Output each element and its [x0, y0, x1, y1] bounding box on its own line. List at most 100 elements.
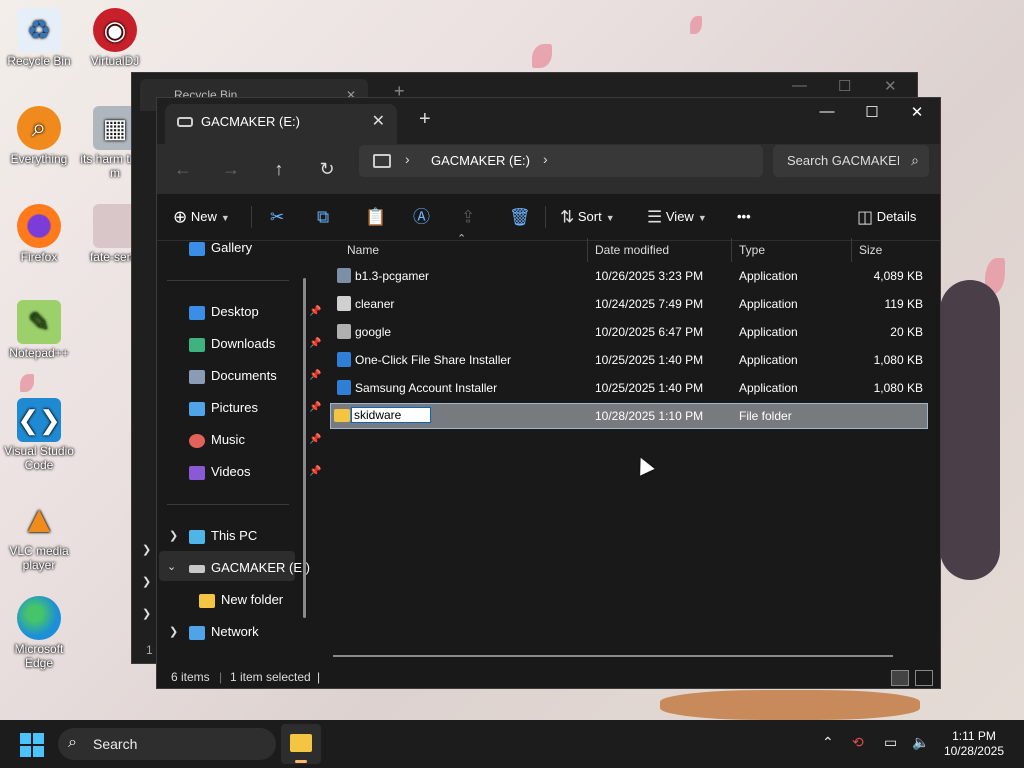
nav-item-network[interactable]: Network — [189, 620, 259, 644]
nav-item-pictures[interactable]: Pictures 📌 — [189, 396, 321, 420]
search-input[interactable]: Search GACMAKER (E:) — [787, 153, 899, 168]
chevron-right-icon[interactable]: › — [405, 151, 410, 167]
taskbar-search[interactable]: ⌕ Search — [58, 728, 276, 760]
rename-input[interactable]: skidware — [351, 407, 431, 423]
paste-icon[interactable]: 📋 — [365, 204, 386, 230]
cut-icon[interactable]: ✂ — [270, 204, 284, 230]
navigation-scrollbar[interactable] — [303, 278, 306, 618]
folder-icon — [290, 734, 312, 752]
desktop-icon-notepadpp[interactable]: ✎ Notepad++ — [1, 300, 77, 360]
minimize-button[interactable]: — — [807, 103, 847, 120]
desktop-icon-edge[interactable]: Microsoft Edge — [1, 596, 77, 670]
nav-item-gallery[interactable]: Gallery — [189, 236, 252, 260]
status-bar: 6 items | 1 item selected | — [157, 664, 940, 688]
desktop-icon-vlc[interactable]: ▲ VLC media player — [1, 498, 77, 573]
virtualdj-icon: ◉ — [93, 8, 137, 52]
sort-button[interactable]: ⇅ Sort ▼ — [560, 204, 615, 230]
delete-icon[interactable]: 🗑 — [509, 204, 531, 230]
search-box[interactable]: Search GACMAKER (E:) ⌕ — [773, 145, 929, 177]
close-window-button[interactable]: ✕ — [897, 103, 937, 121]
chevron-right-icon[interactable]: ❯ — [142, 607, 151, 620]
forward-arrow-icon[interactable]: → — [217, 156, 245, 182]
taskbar-file-explorer[interactable] — [281, 724, 321, 764]
copy-icon[interactable]: ⧉ — [317, 204, 329, 230]
file-row[interactable]: One-Click File Share Installer 10/25/202… — [331, 348, 927, 372]
pictures-icon — [189, 401, 205, 416]
network-icon — [189, 625, 205, 640]
title-bar[interactable]: GACMAKER (E:) ✕ + — ☐ ✕ — [157, 98, 940, 144]
view-button[interactable]: ☰ View ▼ — [647, 204, 707, 230]
breadcrumb[interactable]: GACMAKER (E:) — [431, 153, 530, 168]
documents-icon — [189, 369, 205, 384]
horizontal-scrollbar[interactable] — [333, 655, 893, 657]
windows-start-icon[interactable] — [20, 733, 44, 757]
column-header-name[interactable]: Name — [347, 238, 379, 262]
rename-icon[interactable]: Ⓐ — [413, 204, 430, 230]
taskbar: ⌕ Search ⌃ ⟲ ▭ 🔈 1:11 PM 10/28/2025 — [0, 720, 1024, 768]
up-arrow-icon[interactable]: ↑ — [265, 156, 293, 182]
details-view-icon[interactable] — [891, 670, 909, 686]
file-row[interactable]: google 10/20/2025 6:47 PM Application 20… — [331, 320, 927, 344]
file-name: b1.3-pcgamer — [355, 269, 430, 283]
file-explorer-window[interactable]: GACMAKER (E:) ✕ + — ☐ ✕ ← → ↑ ↻ › GACMAK… — [156, 97, 941, 689]
maximize-icon[interactable]: ☐ — [838, 77, 851, 95]
file-row[interactable]: cleaner 10/24/2025 7:49 PM Application 1… — [331, 292, 927, 316]
selection-count: 1 item selected — [230, 670, 311, 684]
back-arrow-icon[interactable]: ← — [169, 156, 197, 182]
file-row[interactable]: Samsung Account Installer 10/25/2025 1:4… — [331, 376, 927, 400]
close-window-icon[interactable]: ✕ — [884, 77, 897, 95]
search-icon: ⌕ — [911, 152, 919, 168]
chevron-up-icon[interactable]: ⌃ — [822, 734, 834, 751]
chevron-right-icon[interactable]: ❯ — [142, 575, 151, 588]
computer-icon — [373, 154, 391, 168]
nav-item-new-folder[interactable]: New folder — [199, 588, 283, 612]
nav-item-music[interactable]: Music 📌 — [189, 428, 321, 452]
notepadpp-icon: ✎ — [17, 300, 61, 344]
more-options-button[interactable]: ••• — [737, 204, 751, 230]
file-row[interactable]: b1.3-pcgamer 10/26/2025 3:23 PM Applicat… — [331, 264, 927, 288]
new-button[interactable]: ⊕ New ▼ — [173, 204, 230, 230]
chevron-right-icon[interactable]: ❯ — [169, 529, 178, 542]
refresh-icon[interactable]: ↻ — [313, 156, 341, 182]
file-name: cleaner — [355, 297, 395, 311]
nav-item-documents[interactable]: Documents 📌 — [189, 364, 321, 388]
chevron-right-icon[interactable]: ❯ — [142, 543, 151, 556]
nav-item-this-pc[interactable]: This PC — [189, 524, 257, 548]
application-icon — [337, 324, 351, 339]
nav-item-gacmaker-drive[interactable]: GACMAKER (E:) — [189, 556, 310, 580]
network-icon[interactable]: ▭ — [884, 734, 897, 751]
desktop-icon-firefox[interactable]: Firefox — [1, 204, 77, 264]
tiles-view-icon[interactable] — [915, 670, 933, 686]
details-button[interactable]: ◫ Details — [857, 204, 916, 230]
nav-item-desktop[interactable]: Desktop 📌 — [189, 300, 321, 324]
chevron-right-icon[interactable]: › — [543, 151, 548, 167]
system-clock[interactable]: 1:11 PM 10/28/2025 — [944, 729, 1004, 759]
divider — [587, 238, 588, 262]
new-tab-button[interactable]: + — [419, 108, 431, 131]
desktop-icon-vscode[interactable]: ❮❯ Visual Studio Code — [1, 398, 77, 472]
navigation-pane: Gallery Desktop 📌 Downloads 📌 Documents … — [157, 236, 321, 666]
desktop-icon-recycle-bin[interactable]: ♻ Recycle Bin — [1, 8, 77, 68]
column-header-type[interactable]: Type — [739, 238, 765, 262]
desktop-icon-virtualdj[interactable]: ◉ VirtualDJ — [77, 8, 153, 68]
plus-circle-icon: ⊕ — [173, 207, 188, 227]
divider — [731, 238, 732, 262]
computer-icon — [189, 529, 205, 544]
clock-date: 10/28/2025 — [943, 744, 1004, 758]
chevron-right-icon[interactable]: ❯ — [169, 625, 178, 638]
sync-icon[interactable]: ⟲ — [852, 734, 864, 751]
desktop-icon-everything[interactable]: ⌕ Everything — [1, 106, 77, 166]
tab-gacmaker[interactable]: GACMAKER (E:) ✕ — [165, 104, 397, 144]
volume-muted-icon[interactable]: 🔈 — [912, 734, 929, 751]
address-bar[interactable]: › GACMAKER (E:) › — [359, 145, 763, 177]
minimize-icon[interactable]: — — [792, 77, 807, 94]
chevron-down-icon[interactable]: ⌄ — [167, 560, 176, 573]
nav-item-videos[interactable]: Videos 📌 — [189, 460, 321, 484]
column-header-size[interactable]: Size — [859, 238, 882, 262]
selected-folder-row[interactable]: skidware 10/28/2025 1:10 PM File folder — [330, 403, 928, 429]
column-header-date[interactable]: Date modified — [595, 238, 669, 262]
nav-item-downloads[interactable]: Downloads 📌 — [189, 332, 321, 356]
maximize-button[interactable]: ☐ — [852, 103, 892, 121]
share-icon[interactable]: ⇪ — [461, 204, 475, 230]
close-tab-icon[interactable]: ✕ — [372, 111, 385, 131]
